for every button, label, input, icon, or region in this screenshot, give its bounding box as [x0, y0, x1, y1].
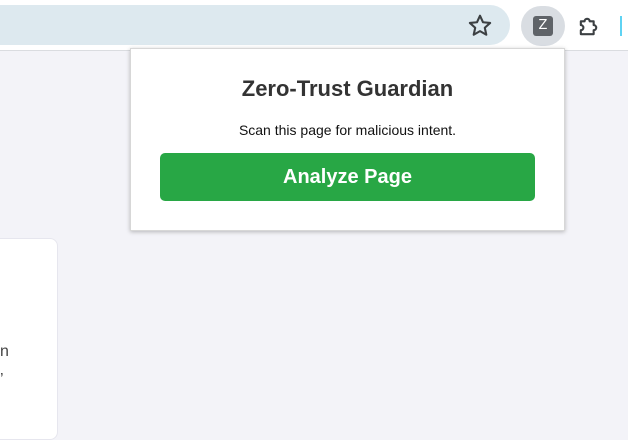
- popup-title: Zero-Trust Guardian: [241, 76, 454, 101]
- bookmark-star-icon[interactable]: [466, 12, 494, 40]
- browser-toolbar: Z: [0, 0, 628, 51]
- zero-trust-extension-icon[interactable]: Z: [533, 16, 553, 36]
- extension-popup: Zero-Trust Guardian Scan this page for m…: [130, 48, 565, 231]
- page-text-fragment: ’: [0, 371, 4, 388]
- puzzle-piece-icon[interactable]: [575, 12, 603, 40]
- address-bar[interactable]: [0, 5, 510, 45]
- analyze-page-button[interactable]: Analyze Page: [160, 153, 535, 201]
- profile-edge-indicator: [620, 16, 622, 36]
- popup-subtitle: Scan this page for malicious intent.: [238, 122, 457, 138]
- page-text-fragment: n: [0, 343, 9, 360]
- page-content-card: [0, 238, 58, 440]
